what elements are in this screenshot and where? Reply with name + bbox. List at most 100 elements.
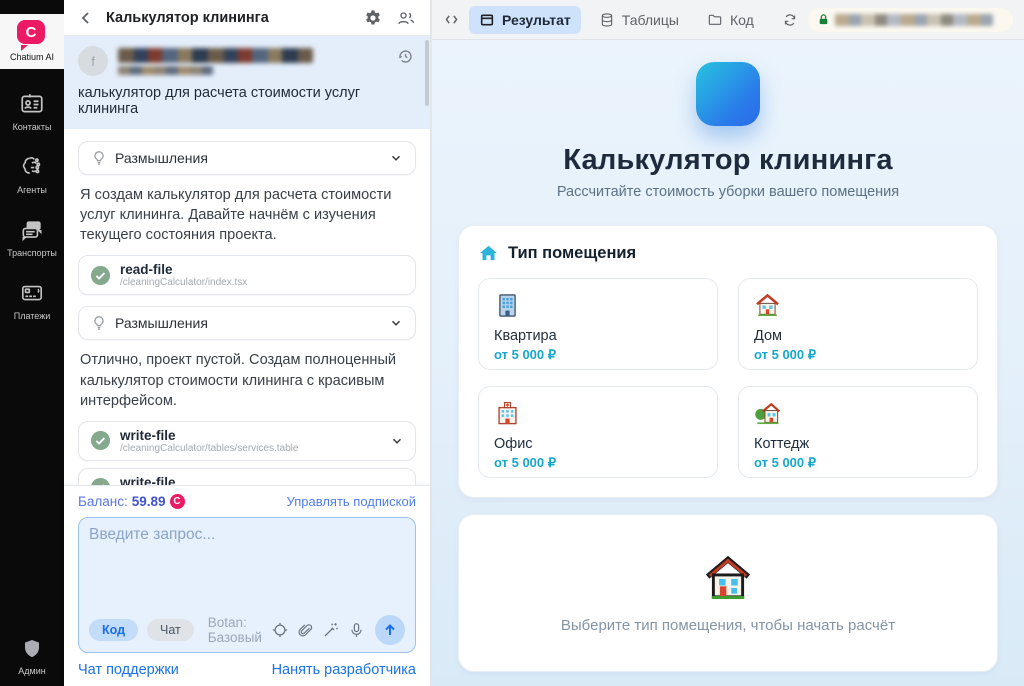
contacts-icon — [19, 91, 45, 117]
url-redacted — [834, 13, 993, 26]
balance-value: 59.89 — [131, 494, 166, 509]
house-emoji-icon — [702, 553, 754, 605]
app-sidebar: C Chatium AI Контакты Агенты Транспорты … — [0, 0, 64, 686]
back-button[interactable] — [76, 8, 96, 28]
app-subtitle: Рассчитайте стоимость уборки вашего поме… — [556, 184, 900, 200]
tool-path: /cleaningCalculator/tables/services.tabl… — [120, 442, 299, 454]
chevron-down-icon — [389, 316, 403, 330]
check-circle-icon — [90, 265, 111, 286]
thinking-label: Размышления — [115, 315, 208, 332]
assistant-response: Размышления Я создам калькулятор для рас… — [64, 129, 430, 485]
paperclip-icon — [297, 622, 314, 639]
bot-selector[interactable]: Botan: Базовый — [208, 615, 265, 645]
app-window: C Chatium AI Контакты Агенты Транспорты … — [0, 0, 1024, 686]
target-icon — [271, 621, 289, 639]
address-bar[interactable] — [807, 7, 1013, 32]
credit-card-icon — [19, 280, 45, 306]
chat-scrollbar[interactable] — [425, 40, 429, 106]
room-type-card: Тип помещения Квартира от 5 000 ₽ Дом от… — [458, 225, 998, 498]
settings-button[interactable] — [362, 7, 384, 29]
sidebar-item-label: Платежи — [13, 311, 51, 321]
user-name-redacted — [118, 46, 385, 75]
people-icon — [396, 9, 416, 27]
prompt-input[interactable] — [89, 526, 405, 615]
option-price: от 5 000 ₽ — [754, 347, 817, 362]
tool-name: write-file — [120, 427, 176, 443]
enhance-button[interactable] — [320, 619, 342, 641]
option-office[interactable]: Офис от 5 000 ₽ — [478, 386, 718, 478]
chat-message-list[interactable]: f калькулятор для расчета стоимости услу… — [64, 36, 430, 485]
empty-state-text: Выберите тип помещения, чтобы начать рас… — [560, 616, 896, 634]
home-icon — [478, 243, 499, 263]
sidebar-item-label: Агенты — [17, 185, 47, 195]
arrow-up-icon — [382, 622, 398, 638]
database-icon — [599, 12, 615, 28]
tab-code[interactable]: Код — [697, 6, 764, 34]
room-type-grid: Квартира от 5 000 ₽ Дом от 5 000 ₽ Офис … — [478, 278, 978, 478]
collapse-panel-button[interactable] — [442, 11, 461, 28]
office-hospital-emoji-icon — [494, 400, 702, 427]
tab-label: Результат — [502, 11, 571, 28]
app-title: Калькулятор клининга — [563, 144, 893, 176]
house-emoji-icon — [754, 292, 962, 319]
send-button[interactable] — [375, 615, 405, 645]
chat-header: Калькулятор клининга — [64, 0, 430, 36]
check-circle-icon — [90, 477, 111, 485]
prompt-box: Код Чат Botan: Базовый — [78, 517, 416, 653]
chevron-down-icon — [390, 481, 404, 485]
sidebar-item-chatium[interactable]: C Chatium AI — [0, 14, 64, 69]
attach-button[interactable] — [295, 620, 316, 641]
manage-subscription-link[interactable]: Управлять подпиской — [287, 494, 416, 509]
assistant-paragraph: Отлично, проект пустой. Создам полноценн… — [80, 352, 397, 409]
sidebar-item-label: Транспорты — [7, 248, 57, 258]
chat-bubbles-icon — [19, 217, 45, 243]
avatar: f — [78, 46, 108, 76]
chatium-logo-icon: C — [17, 20, 47, 51]
thinking-toggle[interactable]: Размышления — [78, 306, 416, 341]
target-button[interactable] — [269, 619, 291, 641]
app-preview: Калькулятор клининга Рассчитайте стоимос… — [432, 40, 1024, 686]
tool-call-read-file[interactable]: read-file /cleaningCalculator/index.tsx — [78, 255, 416, 296]
sidebar-item-transports[interactable]: Транспорты — [7, 217, 57, 258]
tool-name: write-file — [120, 474, 176, 485]
option-price: от 5 000 ₽ — [494, 455, 557, 470]
gear-icon — [364, 9, 382, 27]
mode-chat-button[interactable]: Чат — [147, 619, 194, 641]
option-cottage[interactable]: Коттедж от 5 000 ₽ — [738, 386, 978, 478]
sidebar-item-agents[interactable]: Агенты — [17, 154, 47, 195]
preview-panel: Результат Таблицы Код Калькулятор клинин… — [432, 0, 1024, 686]
section-title: Тип помещения — [508, 243, 637, 262]
refresh-button[interactable] — [780, 10, 800, 30]
tab-result[interactable]: Результат — [469, 5, 581, 34]
brain-circuit-icon — [19, 154, 45, 180]
tool-call-write-file[interactable]: write-file /cleaningCalculator/tables/ro… — [78, 467, 416, 485]
sidebar-item-contacts[interactable]: Контакты — [13, 91, 51, 132]
code-brackets-icon — [444, 13, 459, 26]
thinking-toggle[interactable]: Размышления — [78, 141, 416, 175]
participants-button[interactable] — [394, 7, 418, 29]
option-price: от 5 000 ₽ — [494, 347, 557, 362]
office-building-emoji-icon — [494, 292, 702, 319]
option-house[interactable]: Дом от 5 000 ₽ — [738, 278, 978, 370]
thinking-label: Размышления — [115, 150, 208, 166]
composer: Баланс: 59.89 C Управлять подпиской Код … — [64, 485, 430, 686]
folder-icon — [707, 12, 723, 28]
support-chat-link[interactable]: Чат поддержки — [78, 662, 179, 678]
restore-checkpoint-button[interactable] — [395, 46, 416, 67]
tab-tables[interactable]: Таблицы — [589, 6, 689, 34]
voice-button[interactable] — [346, 620, 367, 641]
mode-code-button[interactable]: Код — [89, 619, 139, 641]
option-name: Коттедж — [754, 436, 810, 452]
hire-developer-link[interactable]: Нанять разработчика — [272, 662, 416, 678]
chatium-coin-icon: C — [169, 494, 185, 509]
check-circle-icon — [90, 430, 111, 451]
sidebar-item-payments[interactable]: Платежи — [13, 280, 51, 321]
option-apartment[interactable]: Квартира от 5 000 ₽ — [478, 278, 718, 370]
tab-label: Таблицы — [621, 11, 679, 28]
refresh-icon — [782, 12, 798, 28]
sidebar-item-admin[interactable]: Админ — [18, 637, 46, 676]
tool-call-write-file[interactable]: write-file /cleaningCalculator/tables/se… — [78, 420, 416, 461]
magic-wand-icon — [322, 621, 340, 639]
shield-icon — [20, 637, 44, 661]
microphone-icon — [348, 622, 365, 639]
